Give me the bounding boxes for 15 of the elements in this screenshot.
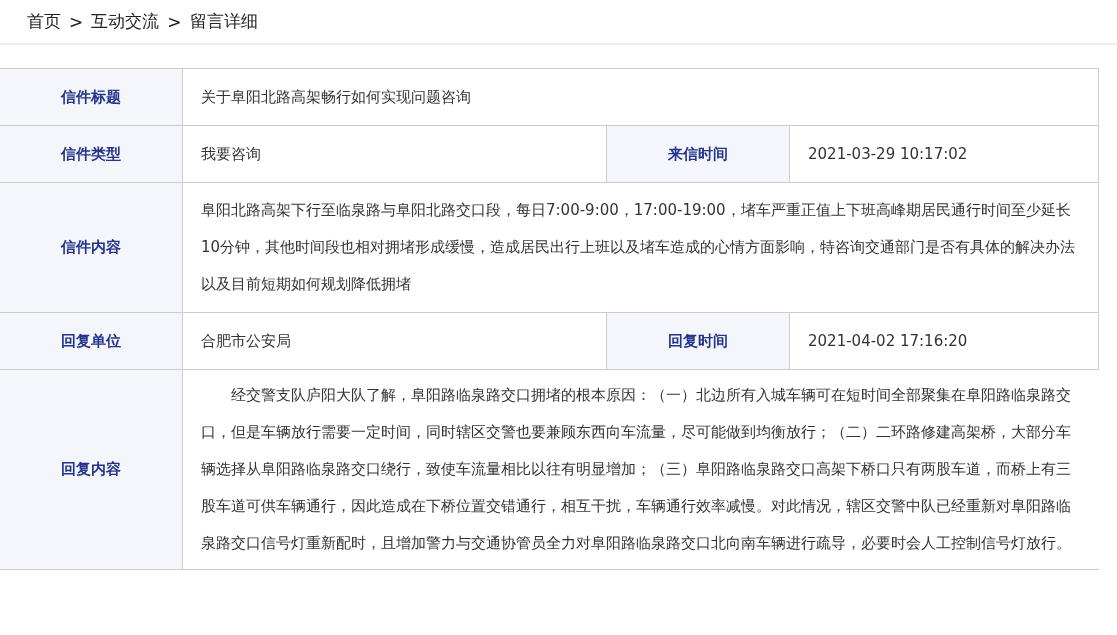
row-label: 来信时间 <box>607 126 790 183</box>
row-label: 回复内容 <box>0 370 183 569</box>
breadcrumb-separator: > <box>167 11 182 32</box>
row-label: 回复时间 <box>607 313 790 370</box>
breadcrumb-link[interactable]: 留言详细 <box>189 10 258 33</box>
row-label: 回复单位 <box>0 313 183 370</box>
breadcrumb-link[interactable]: 首页 <box>27 10 61 33</box>
row-label: 信件内容 <box>0 183 183 313</box>
row-value: 2021-03-29 10:17:02 <box>790 126 1099 183</box>
row-label: 信件类型 <box>0 126 183 183</box>
row-label: 信件标题 <box>0 69 183 126</box>
breadcrumb-link[interactable]: 互动交流 <box>91 10 160 33</box>
row-value: 2021-04-02 17:16:20 <box>790 313 1099 370</box>
breadcrumb-separator: > <box>69 11 84 32</box>
row-value: 经交警支队庐阳大队了解，阜阳路临泉路交口拥堵的根本原因：（一）北边所有入城车辆可在短时间全部聚集在阜阳路临泉路交口，但是车辆放行需要一定时间，同时辖区交警也要兼顾东西向车流量，尽可能做到均衡放行；（二）二环路修建高架桥，大部分车辆选择从阜阳路临泉路交口绕行，致使车流量相比以往有明显增加；（三）阜阳路临泉路交口高架下桥口只有两股车道，而桥上有三股车道可供车辆通行，因此造成在下桥位置交错通行，相互干扰，车辆通行效率减慢。对此情况，辖区交警中队已经重新对阜阳路临泉路交口信号灯重新配时，且增加警力与交通协管员全力对阜阳路临泉路交口北向南车辆进行疏导，必要时会人工控制信号灯放行。 <box>200 385 1072 554</box>
